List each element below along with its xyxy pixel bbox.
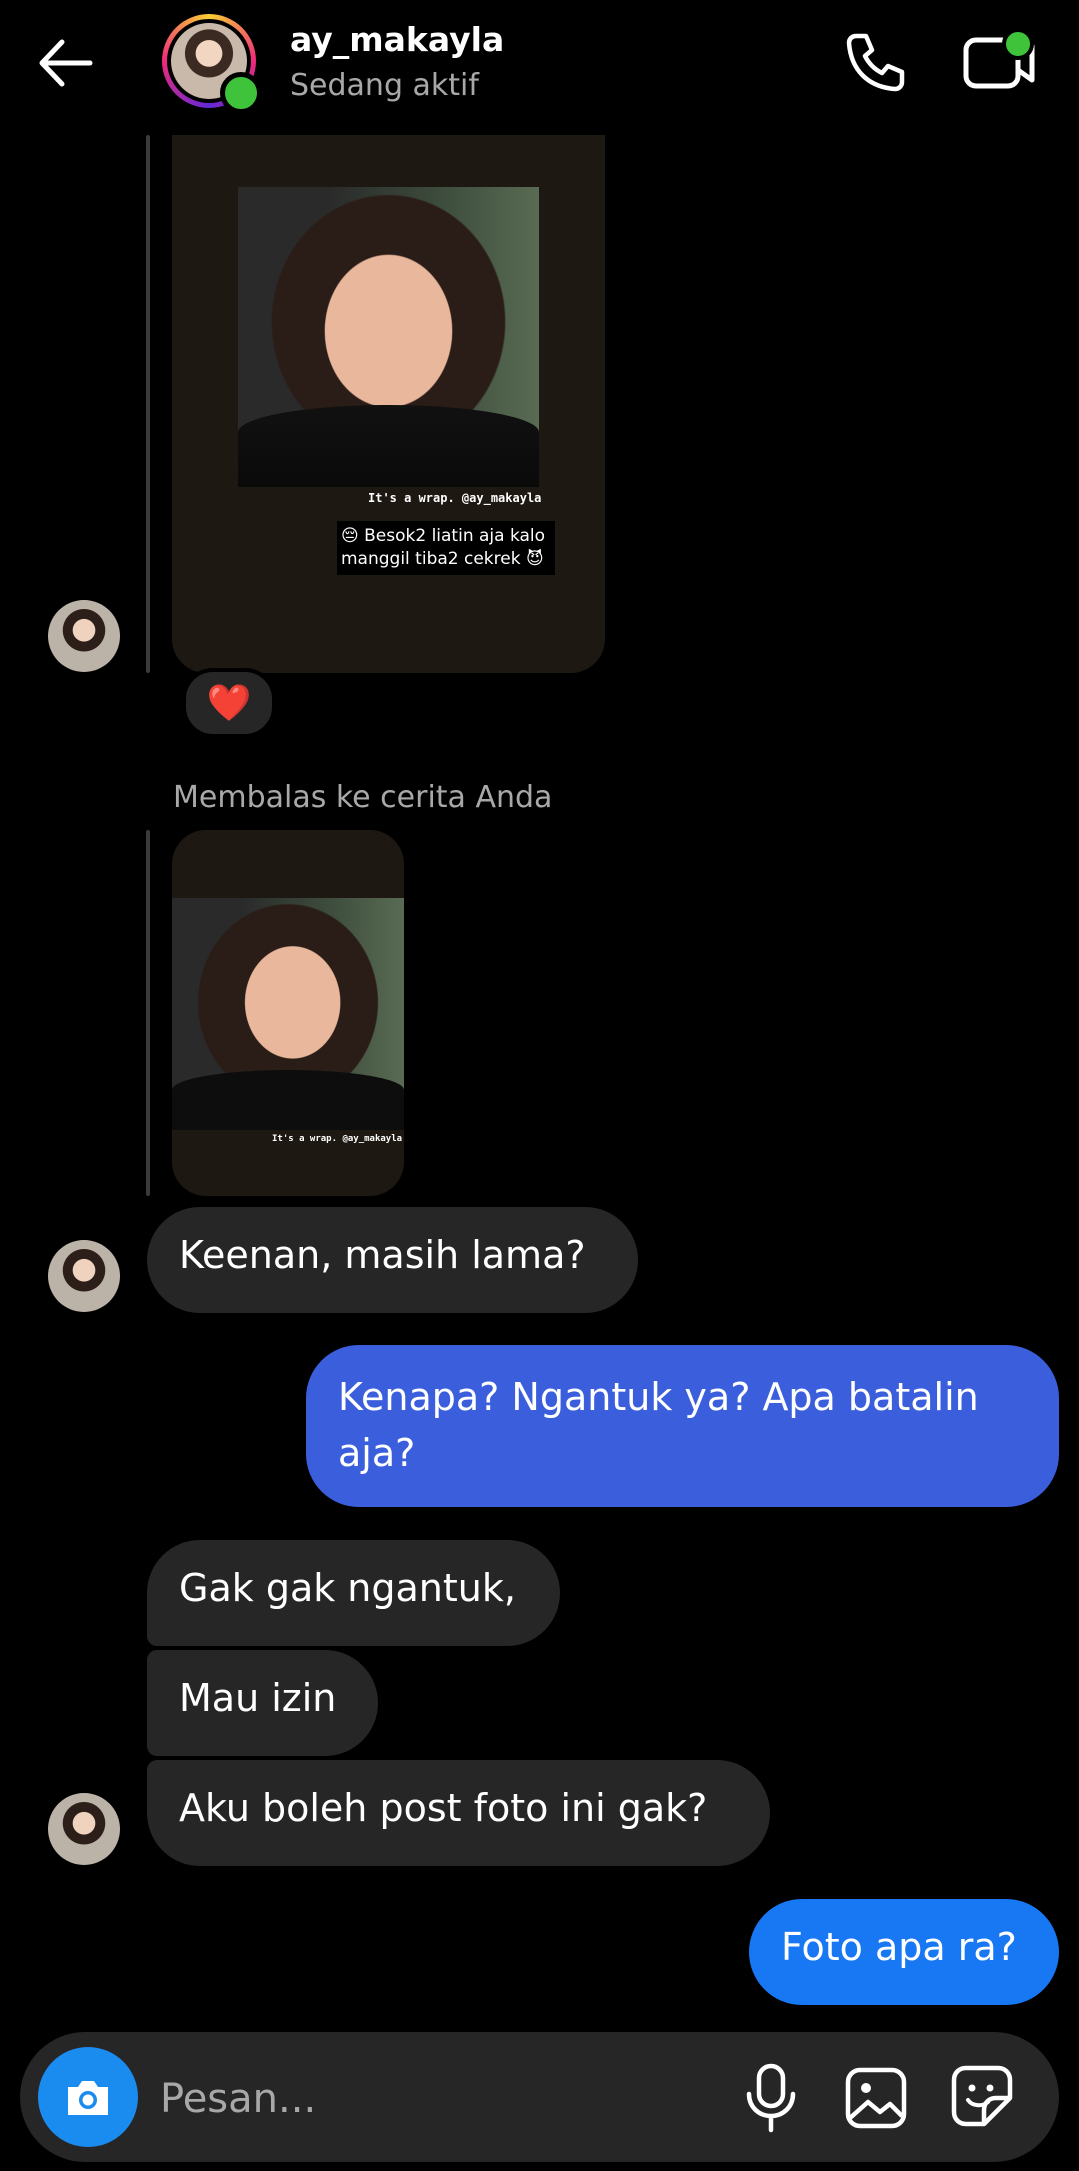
back-button[interactable] (30, 28, 100, 98)
message-bubble-incoming[interactable]: Aku boleh post foto ini gak? (147, 1760, 770, 1866)
phone-icon (846, 33, 905, 92)
message-bubble-incoming[interactable]: Mau izin (147, 1650, 378, 1756)
reply-line (146, 830, 150, 1196)
sticker-icon (951, 2065, 1013, 2127)
message-bubble-outgoing[interactable]: Foto apa ra? (749, 1899, 1059, 2005)
story-caption: 😔 Besok2 liatin aja kalo manggil tiba2 c… (337, 521, 555, 575)
story-credit: It's a wrap. @ay_makayla (272, 1134, 403, 1144)
camera-icon (68, 2081, 108, 2115)
video-active-dot (1002, 28, 1034, 60)
gallery-button[interactable] (840, 2060, 912, 2136)
username-title[interactable]: ay_makayla (290, 20, 504, 59)
camera-button[interactable] (38, 2047, 138, 2147)
story-credit: It's a wrap. @ay_makayla (368, 491, 542, 505)
voice-call-button[interactable] (836, 26, 908, 98)
heart-icon: ❤️ (206, 683, 252, 724)
reaction-badge[interactable]: ❤️ (182, 668, 276, 738)
message-input[interactable] (158, 2068, 712, 2130)
active-status-label: Sedang aktif (290, 68, 479, 103)
microphone-icon (746, 2063, 796, 2133)
sender-avatar[interactable] (48, 1793, 120, 1865)
sticker-button[interactable] (946, 2060, 1018, 2136)
message-bubble-incoming[interactable]: Keenan, masih lama? (147, 1207, 638, 1313)
arrow-left-icon (39, 39, 93, 87)
message-bubble-incoming[interactable]: Gak gak ngantuk, (147, 1540, 560, 1646)
story-card[interactable]: It's a wrap. @ay_makayla 😔 Besok2 liatin… (172, 135, 605, 673)
message-bubble-outgoing[interactable]: Kenapa? Ngantuk ya? Apa batalin aja? (306, 1345, 1059, 1507)
sender-avatar[interactable] (48, 600, 120, 672)
active-status-dot (220, 72, 262, 114)
image-icon (845, 2067, 907, 2129)
reply-line (146, 135, 150, 673)
story-card[interactable]: It's a wrap. @ay_makayla (172, 830, 404, 1196)
reply-label: Membalas ke cerita Anda (173, 780, 553, 815)
sender-avatar[interactable] (48, 1240, 120, 1312)
voice-message-button[interactable] (738, 2060, 804, 2136)
